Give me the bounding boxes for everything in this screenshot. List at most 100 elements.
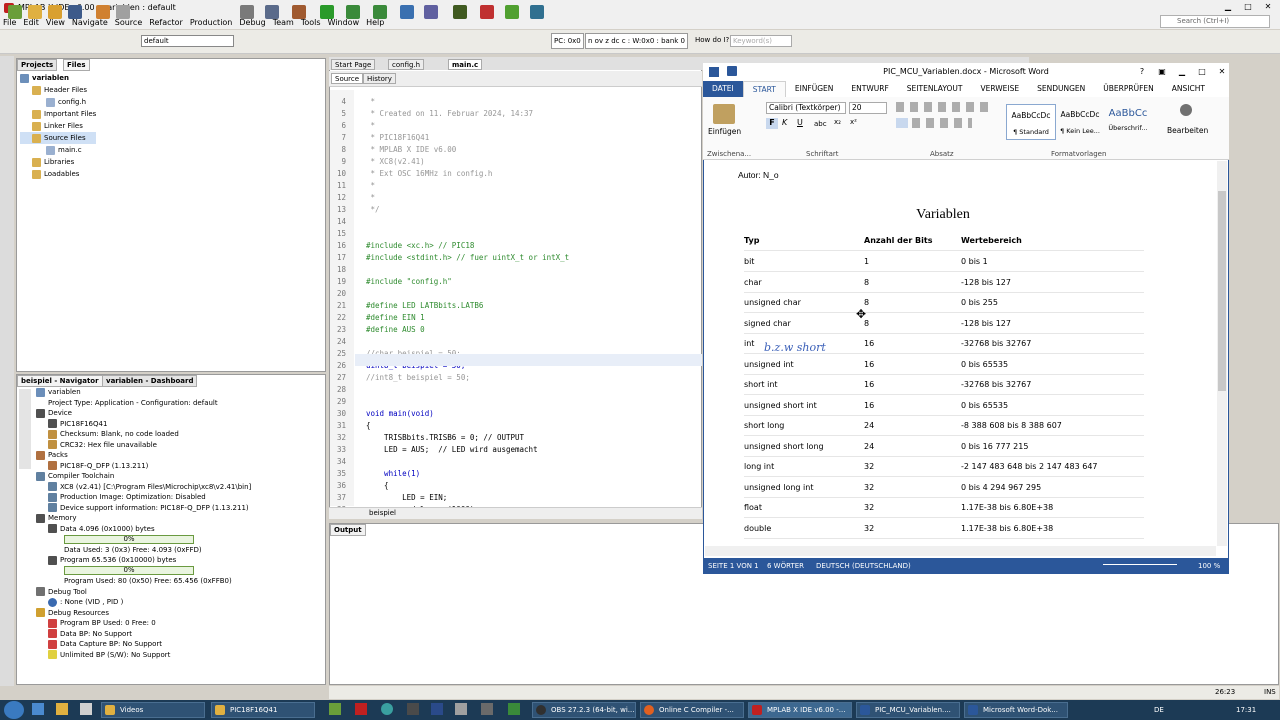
word-hscrollbar[interactable] <box>705 546 1216 556</box>
tree-config-h[interactable]: config.h <box>20 96 96 108</box>
tree-project[interactable]: variablen <box>20 72 96 84</box>
code-line[interactable]: 12 * <box>330 192 702 204</box>
code-line[interactable]: 20 <box>330 288 702 300</box>
tab-navigator[interactable]: beispiel - Navigator <box>17 375 103 387</box>
new-project-icon[interactable] <box>8 5 22 19</box>
tree-source-files[interactable]: Source Files <box>20 132 97 144</box>
code-line[interactable]: 11 * <box>330 180 702 192</box>
align-left-button[interactable] <box>896 118 908 128</box>
code-line[interactable]: 36 { <box>330 480 702 492</box>
word-scroll-thumb[interactable] <box>1218 191 1226 391</box>
code-line[interactable]: 33 LED = AUS; // LED wird ausgemacht <box>330 444 702 456</box>
code-line[interactable]: 18 <box>330 264 702 276</box>
source-view-button[interactable]: Source <box>331 73 364 84</box>
task-word-doc2[interactable]: Microsoft Word-Dok... <box>964 702 1068 718</box>
redo-icon[interactable] <box>116 5 130 19</box>
code-line[interactable]: 37 LED = EIN; <box>330 492 702 504</box>
code-line[interactable]: 30 void main(void) <box>330 408 702 420</box>
bearbeiten-button[interactable]: Bearbeiten <box>1167 126 1208 135</box>
tab-einfuegen[interactable]: EINFÜGEN <box>786 81 843 97</box>
tab-start[interactable]: START <box>742 81 786 97</box>
zoom-slider[interactable] <box>1103 564 1177 565</box>
filezilla-icon[interactable] <box>355 703 367 715</box>
code-line[interactable]: 13 */ <box>330 204 702 216</box>
word-maximize-button[interactable]: □ <box>1192 66 1212 78</box>
code-line[interactable]: 21 #define LED LATBbits.LATB6 <box>330 300 702 312</box>
pinned-app6-icon[interactable] <box>508 703 520 715</box>
dash-device[interactable]: Device <box>36 408 251 419</box>
undo-icon[interactable] <box>96 5 110 19</box>
tab-ansicht[interactable]: ANSICHT <box>1163 81 1214 97</box>
tab-ueberpruefen[interactable]: ÜBERPRÜFEN <box>1094 81 1162 97</box>
ribbon-options-icon[interactable]: ▣ <box>1152 66 1172 78</box>
hold-reset-icon[interactable] <box>424 5 438 19</box>
build-icon[interactable] <box>240 5 254 19</box>
cart-icon[interactable] <box>505 5 519 19</box>
program-device-icon[interactable] <box>346 5 360 19</box>
word-minimize-button[interactable]: ▁ <box>1172 66 1192 78</box>
bold-button[interactable]: F <box>766 118 778 129</box>
tab-main-c[interactable]: main.c <box>448 59 483 70</box>
code-line[interactable]: 9 * XC8(v2.41) <box>330 156 702 168</box>
strike-button[interactable]: abc <box>814 120 827 128</box>
tab-verweise[interactable]: VERWEISE <box>971 81 1028 97</box>
tree-header-files[interactable]: Header Files <box>20 84 96 96</box>
superscript-button[interactable]: x² <box>850 118 857 126</box>
style-kein-leerraum[interactable]: AaBbCcDc ¶ Kein Lee... <box>1056 104 1104 140</box>
code-line[interactable]: 16 #include <xc.h> // PIC18 <box>330 240 702 252</box>
pinned-app2-icon[interactable] <box>407 703 419 715</box>
code-line[interactable]: 8 * MPLAB X IDE v6.00 <box>330 144 702 156</box>
tab-files[interactable]: Files <box>63 59 90 71</box>
dash-debug-resources[interactable]: Debug Resources <box>36 608 251 619</box>
breadcrumb-item[interactable]: beispiel <box>329 509 396 517</box>
dv-icon[interactable] <box>453 5 467 19</box>
tree-linker-files[interactable]: Linker Files <box>20 120 96 132</box>
word-close-button[interactable]: ✕ <box>1212 66 1232 78</box>
task-word-doc[interactable]: PIC_MCU_Variablen.... <box>856 702 960 718</box>
tab-config-h[interactable]: config.h <box>388 59 425 70</box>
code-line[interactable]: 15 <box>330 228 702 240</box>
save-all-icon[interactable] <box>68 5 82 19</box>
input-language[interactable]: DE <box>1154 706 1164 714</box>
tab-seitenlayout[interactable]: SEITENLAYOUT <box>898 81 972 97</box>
tree-main-c[interactable]: main.c <box>20 144 96 156</box>
italic-button[interactable]: K <box>782 118 787 127</box>
align-buttons[interactable] <box>912 118 972 128</box>
dash-project[interactable]: variablen <box>36 387 251 398</box>
code-line[interactable]: 19 #include "config.h" <box>330 276 702 288</box>
code-line[interactable]: 17 #include <stdint.h> // fuer uintX_t or… <box>330 252 702 264</box>
keyword-input[interactable]: Keyword(s) <box>730 35 792 47</box>
tab-datei[interactable]: DATEI <box>703 81 743 97</box>
code-line[interactable]: 35 while(1) <box>330 468 702 480</box>
code-line[interactable]: 23 #define AUS 0 <box>330 324 702 336</box>
paste-button[interactable]: Einfügen <box>708 127 741 136</box>
tree-libraries[interactable]: Libraries <box>20 156 96 168</box>
app-icon[interactable] <box>80 703 92 715</box>
open-project-icon[interactable] <box>48 5 62 19</box>
save-icon[interactable] <box>727 66 737 76</box>
explorer-icon[interactable] <box>56 703 68 715</box>
run-icon[interactable] <box>320 5 334 19</box>
tree-important-files[interactable]: Important Files <box>20 108 96 120</box>
code-line[interactable]: 32 TRISBbits.TRISB6 = 0; // OUTPUT <box>330 432 702 444</box>
code-line[interactable]: 29 <box>330 396 702 408</box>
list-buttons[interactable] <box>896 102 992 112</box>
dash-debug-tool[interactable]: Debug Tool <box>36 587 251 598</box>
tab-entwurf[interactable]: ENTWURF <box>842 81 897 97</box>
underline-button[interactable]: U <box>797 118 803 127</box>
dash-toolchain[interactable]: Compiler Toolchain <box>36 471 251 482</box>
task-videos[interactable]: Videos <box>101 702 205 718</box>
font-size-select[interactable]: 20 <box>849 102 887 114</box>
stop-icon[interactable] <box>480 5 494 19</box>
clean-build-icon[interactable] <box>265 5 279 19</box>
dash-memory[interactable]: Memory <box>36 513 251 524</box>
memory-icon[interactable] <box>530 5 544 19</box>
code-line[interactable]: 27 //int8_t beispiel = 50; <box>330 372 702 384</box>
code-line[interactable]: 6 * <box>330 120 702 132</box>
maximize-button[interactable]: □ <box>1238 1 1258 13</box>
task-pic18f16q41[interactable]: PIC18F16Q41 <box>211 702 315 718</box>
pinned-app-icon[interactable] <box>329 703 341 715</box>
ide-search-input[interactable]: Search (Ctrl+I) <box>1160 15 1270 28</box>
clock[interactable]: 17:31 <box>1236 706 1256 714</box>
paste-icon[interactable] <box>713 104 735 124</box>
